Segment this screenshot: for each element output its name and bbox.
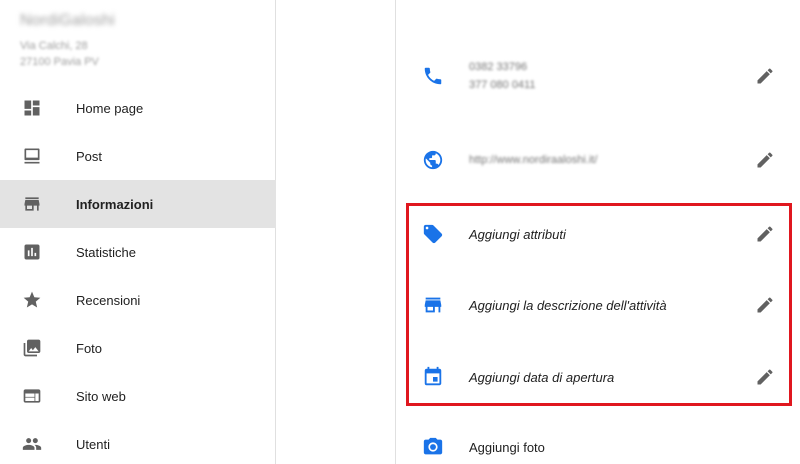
sidebar-item-post[interactable]: Post: [0, 132, 276, 180]
phone-icon: [421, 64, 445, 88]
add-opening-date-link: Aggiungi data di apertura: [469, 369, 615, 385]
dashboard-icon: [22, 98, 42, 118]
sidebar-item-label: Sito web: [76, 388, 126, 404]
add-attributes-link: Aggiungi attributi: [469, 226, 566, 242]
pencil-icon: [757, 369, 773, 385]
photo-row[interactable]: Aggiungi foto: [397, 427, 800, 464]
sidebar-item-label: Home page: [76, 100, 144, 116]
pencil-icon: [757, 68, 773, 84]
sidebar-item-statistiche[interactable]: Statistiche: [0, 228, 276, 276]
camera-icon: [421, 435, 445, 459]
people-icon: [22, 434, 42, 454]
insights-icon: [22, 242, 42, 262]
add-photo-link: Aggiungi foto: [469, 439, 545, 455]
phone-secondary: 377 080 0411: [469, 79, 536, 91]
description-row[interactable]: Aggiungi la descrizione dell'attività: [397, 283, 800, 327]
web-icon: [22, 386, 42, 406]
post-icon: [22, 146, 42, 166]
info-panel: 0382 33796 377 080 0411 http://www.nordi…: [397, 0, 800, 464]
phone-row[interactable]: 0382 33796 377 080 0411: [397, 54, 800, 98]
business-address-line1: Via Calchi, 28: [20, 40, 88, 52]
sidebar-item-label: Recensioni: [76, 292, 141, 308]
sidebar-item-utenti[interactable]: Utenti: [0, 420, 276, 464]
store-icon: [22, 194, 42, 214]
sidebar-item-label: Utenti: [76, 436, 110, 452]
opening-date-row[interactable]: Aggiungi data di apertura: [397, 355, 800, 399]
sidebar-item-label: Post: [76, 148, 103, 164]
website-row[interactable]: http://www.nordiraaloshi.it/: [397, 138, 800, 182]
calendar-icon: [421, 365, 445, 389]
phone-numbers: 0382 33796 377 080 0411: [469, 58, 535, 94]
star-icon: [22, 290, 42, 310]
pencil-icon: [757, 297, 773, 313]
phone-primary: 0382 33796: [469, 61, 528, 73]
edit-description-button[interactable]: [753, 293, 777, 317]
sidebar-item-label: Informazioni: [76, 196, 154, 212]
photo-library-icon: [22, 338, 42, 358]
store-icon: [421, 293, 445, 317]
edit-opening-date-button[interactable]: [753, 365, 777, 389]
business-header: NordiGaloshi Via Calchi, 28 27100 Pavia …: [20, 12, 115, 70]
attributes-row[interactable]: Aggiungi attributi: [397, 212, 800, 256]
sidebar: NordiGaloshi Via Calchi, 28 27100 Pavia …: [0, 0, 276, 464]
sidebar-item-home[interactable]: Home page: [0, 84, 276, 132]
sidebar-item-informazioni[interactable]: Informazioni: [0, 180, 276, 228]
sidebar-item-foto[interactable]: Foto: [0, 324, 276, 372]
edit-attributes-button[interactable]: [753, 222, 777, 246]
globe-icon: [421, 148, 445, 172]
sidebar-item-label: Foto: [76, 340, 103, 356]
edit-website-button[interactable]: [753, 148, 777, 172]
spacer-column: [277, 0, 396, 464]
tag-icon: [421, 222, 445, 246]
sidebar-item-sito-web[interactable]: Sito web: [0, 372, 276, 420]
edit-phone-button[interactable]: [753, 64, 777, 88]
business-address-line2: 27100 Pavia PV: [20, 56, 99, 68]
pencil-icon: [757, 152, 773, 168]
business-name: NordiGaloshi: [20, 12, 115, 29]
website-url: http://www.nordiraaloshi.it/: [469, 154, 598, 166]
sidebar-item-recensioni[interactable]: Recensioni: [0, 276, 276, 324]
add-description-link: Aggiungi la descrizione dell'attività: [469, 297, 667, 313]
pencil-icon: [757, 226, 773, 242]
sidebar-item-label: Statistiche: [76, 244, 136, 260]
